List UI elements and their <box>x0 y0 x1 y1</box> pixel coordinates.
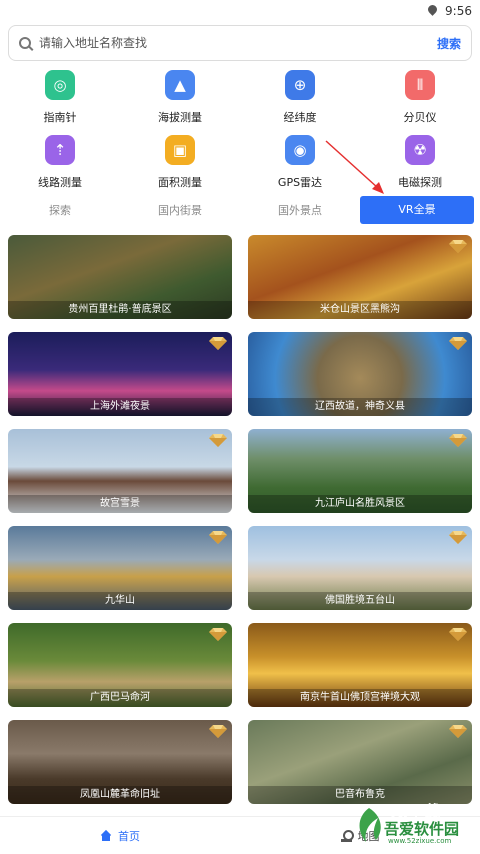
watermark-site: www.52zixue.com <box>388 837 452 845</box>
vip-diamond-icon <box>209 725 227 738</box>
radar-icon: ◉ <box>285 135 315 165</box>
scene-card[interactable]: 巴音布鲁克 <box>248 720 472 804</box>
scene-card[interactable]: 九江庐山名胜风景区 <box>248 429 472 513</box>
scene-title: 九江庐山名胜风景区 <box>248 495 472 513</box>
vip-diamond-icon <box>449 531 467 544</box>
vip-diamond-icon <box>209 337 227 350</box>
search-input[interactable] <box>39 36 437 50</box>
tool-label: 电磁探测 <box>398 176 442 189</box>
scene-title: 上海外滩夜景 <box>8 398 232 416</box>
scenic-grid: 贵州百里杜鹃·普底景区 米仓山景区黑熊沟上海外滩夜景 辽西故道，神奇义县故宫雪景 九江… <box>0 235 480 804</box>
watermark-logo-icon <box>359 808 381 842</box>
scene-title: 辽西故道，神奇义县 <box>248 398 472 416</box>
scene-title: 贵州百里杜鹃·普底景区 <box>8 301 232 319</box>
scene-card[interactable]: 贵州百里杜鹃·普底景区 <box>8 235 232 319</box>
search-bar: 搜索 <box>8 25 472 61</box>
vip-diamond-icon <box>449 725 467 738</box>
location-icon <box>428 5 437 17</box>
vip-diamond-icon <box>449 628 467 641</box>
scene-card[interactable]: 凤凰山麓革命旧址 <box>8 720 232 804</box>
scene-card[interactable]: 故宫雪景 <box>8 429 232 513</box>
category-tabs: 探索 国内街景 国外景点 VR全景 <box>0 196 480 224</box>
soundwave-icon: ⦀ <box>405 70 435 100</box>
tool-item[interactable]: ▣ 面积测量 <box>120 133 240 198</box>
status-time: 9:56 <box>445 4 472 18</box>
scene-title: 南京牛首山佛顶宫禅境大观 <box>248 689 472 707</box>
tab-3[interactable]: VR全景 <box>360 196 474 224</box>
globe-icon: ⊕ <box>285 70 315 100</box>
vip-diamond-icon <box>449 337 467 350</box>
tool-item[interactable]: ▲ 海拔测量 <box>120 68 240 133</box>
tool-item[interactable]: ⊕ 经纬度 <box>240 68 360 133</box>
search-icon <box>19 37 31 49</box>
nav-home[interactable]: 首页 <box>0 817 240 854</box>
watermark: KI下载 吾爱软件园 www.52zixue.com <box>354 800 474 850</box>
scene-title: 佛国胜境五台山 <box>248 592 472 610</box>
tools-grid: ◎ 指南针 ▲ 海拔测量 ⊕ 经纬度 ⦀ 分贝仪 ⇡ 线路测量 ▣ 面积测量 ◉ GPS雷达 ☢ 电磁探测 <box>0 68 480 198</box>
map-pin-icon <box>340 829 354 842</box>
scene-title: 广西巴马命河 <box>8 689 232 707</box>
tool-label: 指南针 <box>43 111 77 124</box>
tool-label: 线路测量 <box>38 176 82 189</box>
area-icon: ▣ <box>165 135 195 165</box>
tool-label: 分贝仪 <box>403 111 437 124</box>
status-bar: 9:56 <box>0 0 480 22</box>
scene-title: 九华山 <box>8 592 232 610</box>
tool-item[interactable]: ◎ 指南针 <box>0 68 120 133</box>
scene-card[interactable]: 佛国胜境五台山 <box>248 526 472 610</box>
scene-card[interactable]: 米仓山景区黑熊沟 <box>248 235 472 319</box>
tool-label: 经纬度 <box>283 111 317 124</box>
scene-card[interactable]: 南京牛首山佛顶宫禅境大观 <box>248 623 472 707</box>
scene-card[interactable]: 上海外滩夜景 <box>8 332 232 416</box>
vip-diamond-icon <box>449 434 467 447</box>
tool-item[interactable]: ⦀ 分贝仪 <box>360 68 480 133</box>
vip-diamond-icon <box>209 628 227 641</box>
tool-label: GPS雷达 <box>277 176 323 189</box>
nav-home-label: 首页 <box>118 829 140 843</box>
tool-item[interactable]: ⇡ 线路测量 <box>0 133 120 198</box>
compass-icon: ◎ <box>45 70 75 100</box>
scene-title: 米仓山景区黑熊沟 <box>248 301 472 319</box>
tab-0[interactable]: 探索 <box>0 202 120 218</box>
vip-diamond-icon <box>209 434 227 447</box>
vip-diamond-icon <box>209 531 227 544</box>
mountain-icon: ▲ <box>165 70 195 100</box>
home-icon <box>100 830 112 841</box>
watermark-text: 吾爱软件园 <box>384 820 460 838</box>
scene-card[interactable]: 辽西故道，神奇义县 <box>248 332 472 416</box>
tab-2[interactable]: 国外景点 <box>240 202 360 218</box>
tab-1[interactable]: 国内街景 <box>120 202 240 218</box>
scene-title: 故宫雪景 <box>8 495 232 513</box>
tool-item[interactable]: ◉ GPS雷达 <box>240 133 360 198</box>
scene-title: 凤凰山麓革命旧址 <box>8 786 232 804</box>
vip-diamond-icon <box>449 240 467 253</box>
radiation-icon: ☢ <box>405 135 435 165</box>
scene-card[interactable]: 九华山 <box>8 526 232 610</box>
search-button[interactable]: 搜索 <box>437 35 461 52</box>
route-icon: ⇡ <box>45 135 75 165</box>
tool-label: 海拔测量 <box>158 111 202 124</box>
tool-label: 面积测量 <box>158 176 202 189</box>
tool-item[interactable]: ☢ 电磁探测 <box>360 133 480 198</box>
scene-card[interactable]: 广西巴马命河 <box>8 623 232 707</box>
app-screen: 9:56 搜索 ◎ 指南针 ▲ 海拔测量 ⊕ 经纬度 ⦀ 分贝仪 ⇡ 线路测量 ▣ 面积测量 ◉ GPS雷… <box>0 0 480 854</box>
